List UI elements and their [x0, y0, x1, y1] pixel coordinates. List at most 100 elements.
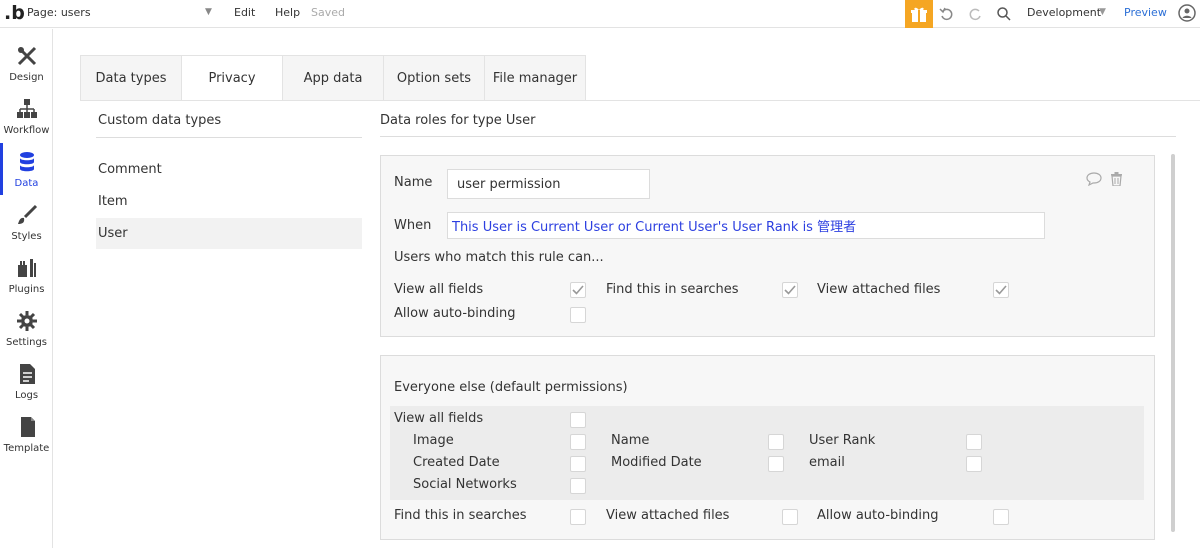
find-in-searches-checkbox[interactable] — [782, 282, 798, 298]
edit-menu[interactable]: Edit — [234, 6, 255, 19]
workflow-icon — [16, 98, 38, 120]
field-email-checkbox[interactable] — [966, 456, 982, 472]
design-tools-icon — [16, 45, 38, 67]
allow-auto-binding-label: Allow auto-binding — [817, 508, 939, 523]
checkmark-icon — [572, 285, 584, 295]
help-menu[interactable]: Help — [275, 6, 300, 19]
environment-selector[interactable]: Development — [1027, 6, 1101, 19]
field-created-date-checkbox[interactable] — [570, 456, 586, 472]
default-allow-auto-binding-checkbox[interactable] — [993, 509, 1009, 525]
field-modified-date-checkbox[interactable] — [768, 456, 784, 472]
types-list-heading: Custom data types — [98, 113, 222, 128]
field-label: Created Date — [413, 455, 500, 470]
sidebar-item-workflow[interactable]: Workflow — [0, 90, 53, 142]
view-all-fields-label: View all fields — [394, 282, 484, 297]
roles-heading: Data roles for type User — [380, 113, 536, 128]
find-in-searches-label: Find this in searches — [394, 508, 527, 523]
sidebar-item-settings[interactable]: Settings — [0, 302, 53, 354]
view-attached-files-label: View attached files — [606, 508, 730, 523]
top-bar: .b Page: users ▼ Edit Help Saved Develop… — [0, 0, 1200, 28]
sidebar-item-label: Template — [3, 443, 50, 454]
sidebar-item-logs[interactable]: Logs — [0, 355, 53, 407]
gift-icon[interactable] — [905, 0, 933, 28]
list-item[interactable]: Comment — [96, 154, 362, 185]
content-divider — [80, 100, 1200, 101]
tab-label: Option sets — [396, 71, 472, 86]
sidebar-item-design[interactable]: Design — [0, 37, 53, 89]
field-label: Modified Date — [611, 455, 702, 470]
sidebar-item-styles[interactable]: Styles — [0, 196, 53, 248]
tab-app-data[interactable]: App data — [282, 55, 384, 101]
user-avatar-icon[interactable] — [1178, 4, 1196, 22]
divider — [96, 137, 362, 138]
list-item[interactable]: User — [96, 218, 362, 249]
sidebar-item-label: Design — [9, 72, 44, 83]
saved-status: Saved — [311, 6, 345, 19]
default-view-attached-files-checkbox[interactable] — [782, 509, 798, 525]
list-item[interactable]: Item — [96, 186, 362, 217]
plug-icon — [16, 257, 38, 279]
tab-data-types[interactable]: Data types — [80, 55, 182, 101]
tab-label: File manager — [492, 71, 578, 86]
view-all-fields-label: View all fields — [394, 411, 484, 426]
field-name-checkbox[interactable] — [768, 434, 784, 450]
redo-icon[interactable] — [965, 4, 985, 24]
sidebar-item-template[interactable]: Template — [0, 408, 53, 460]
field-label: Image — [413, 433, 454, 448]
checkmark-icon — [784, 285, 796, 295]
view-attached-files-label: View attached files — [817, 282, 941, 297]
tab-option-sets[interactable]: Option sets — [383, 55, 485, 101]
default-find-in-searches-checkbox[interactable] — [570, 509, 586, 525]
field-label: Social Networks — [413, 477, 517, 492]
sidebar-item-label: Settings — [5, 337, 47, 348]
sidebar-item-label: Plugins — [8, 284, 45, 295]
page-selector[interactable]: Page: users — [27, 6, 91, 19]
brush-icon — [16, 204, 38, 226]
name-label: Name — [394, 175, 433, 190]
view-all-fields-checkbox[interactable] — [570, 282, 586, 298]
allow-auto-binding-label: Allow auto-binding — [394, 306, 516, 321]
chevron-down-icon[interactable]: ▼ — [205, 7, 212, 17]
rule-permissions-heading: Users who match this rule can... — [394, 250, 604, 265]
field-social-networks-checkbox[interactable] — [570, 478, 586, 494]
sidebar-item-label: Data — [14, 178, 39, 189]
sidebar-item-data[interactable]: Data — [0, 143, 53, 195]
search-icon[interactable] — [994, 4, 1014, 24]
database-icon — [16, 151, 38, 173]
tab-privacy[interactable]: Privacy — [181, 55, 283, 101]
view-all-fields-checkbox[interactable] — [570, 412, 586, 428]
bubble-logo[interactable]: .b — [4, 2, 25, 24]
find-in-searches-label: Find this in searches — [606, 282, 739, 297]
field-label: email — [809, 455, 845, 470]
comment-icon[interactable] — [1086, 172, 1102, 190]
template-icon — [16, 416, 38, 438]
sidebar-item-plugins[interactable]: Plugins — [0, 249, 53, 301]
sidebar-item-label: Workflow — [3, 125, 50, 136]
field-user-rank-checkbox[interactable] — [966, 434, 982, 450]
default-permissions-heading: Everyone else (default permissions) — [394, 380, 628, 395]
checkmark-icon — [995, 285, 1007, 295]
left-sidebar: Design Workflow Data Styles Plugins Sett… — [0, 29, 53, 548]
view-attached-files-checkbox[interactable] — [993, 282, 1009, 298]
field-label: User Rank — [809, 433, 876, 448]
document-icon — [16, 363, 38, 385]
when-label: When — [394, 218, 432, 233]
role-name-input[interactable]: user permission — [447, 169, 650, 199]
tab-file-manager[interactable]: File manager — [484, 55, 586, 101]
undo-icon[interactable] — [937, 4, 957, 24]
gear-icon — [16, 310, 38, 332]
tab-label: Data types — [95, 71, 167, 86]
tab-label: Privacy — [208, 71, 256, 86]
divider — [380, 136, 1176, 137]
preview-link[interactable]: Preview — [1124, 6, 1167, 19]
field-image-checkbox[interactable] — [570, 434, 586, 450]
sidebar-item-label: Logs — [14, 390, 39, 401]
allow-auto-binding-checkbox[interactable] — [570, 307, 586, 323]
trash-icon[interactable] — [1110, 172, 1123, 190]
sidebar-item-label: Styles — [11, 231, 42, 242]
field-label: Name — [611, 433, 650, 448]
scrollbar[interactable] — [1171, 154, 1175, 532]
when-condition-expression[interactable]: This User is Current User or Current Use… — [447, 212, 1045, 239]
tab-label: App data — [303, 71, 363, 86]
chevron-down-icon[interactable]: ▼ — [1099, 7, 1106, 17]
